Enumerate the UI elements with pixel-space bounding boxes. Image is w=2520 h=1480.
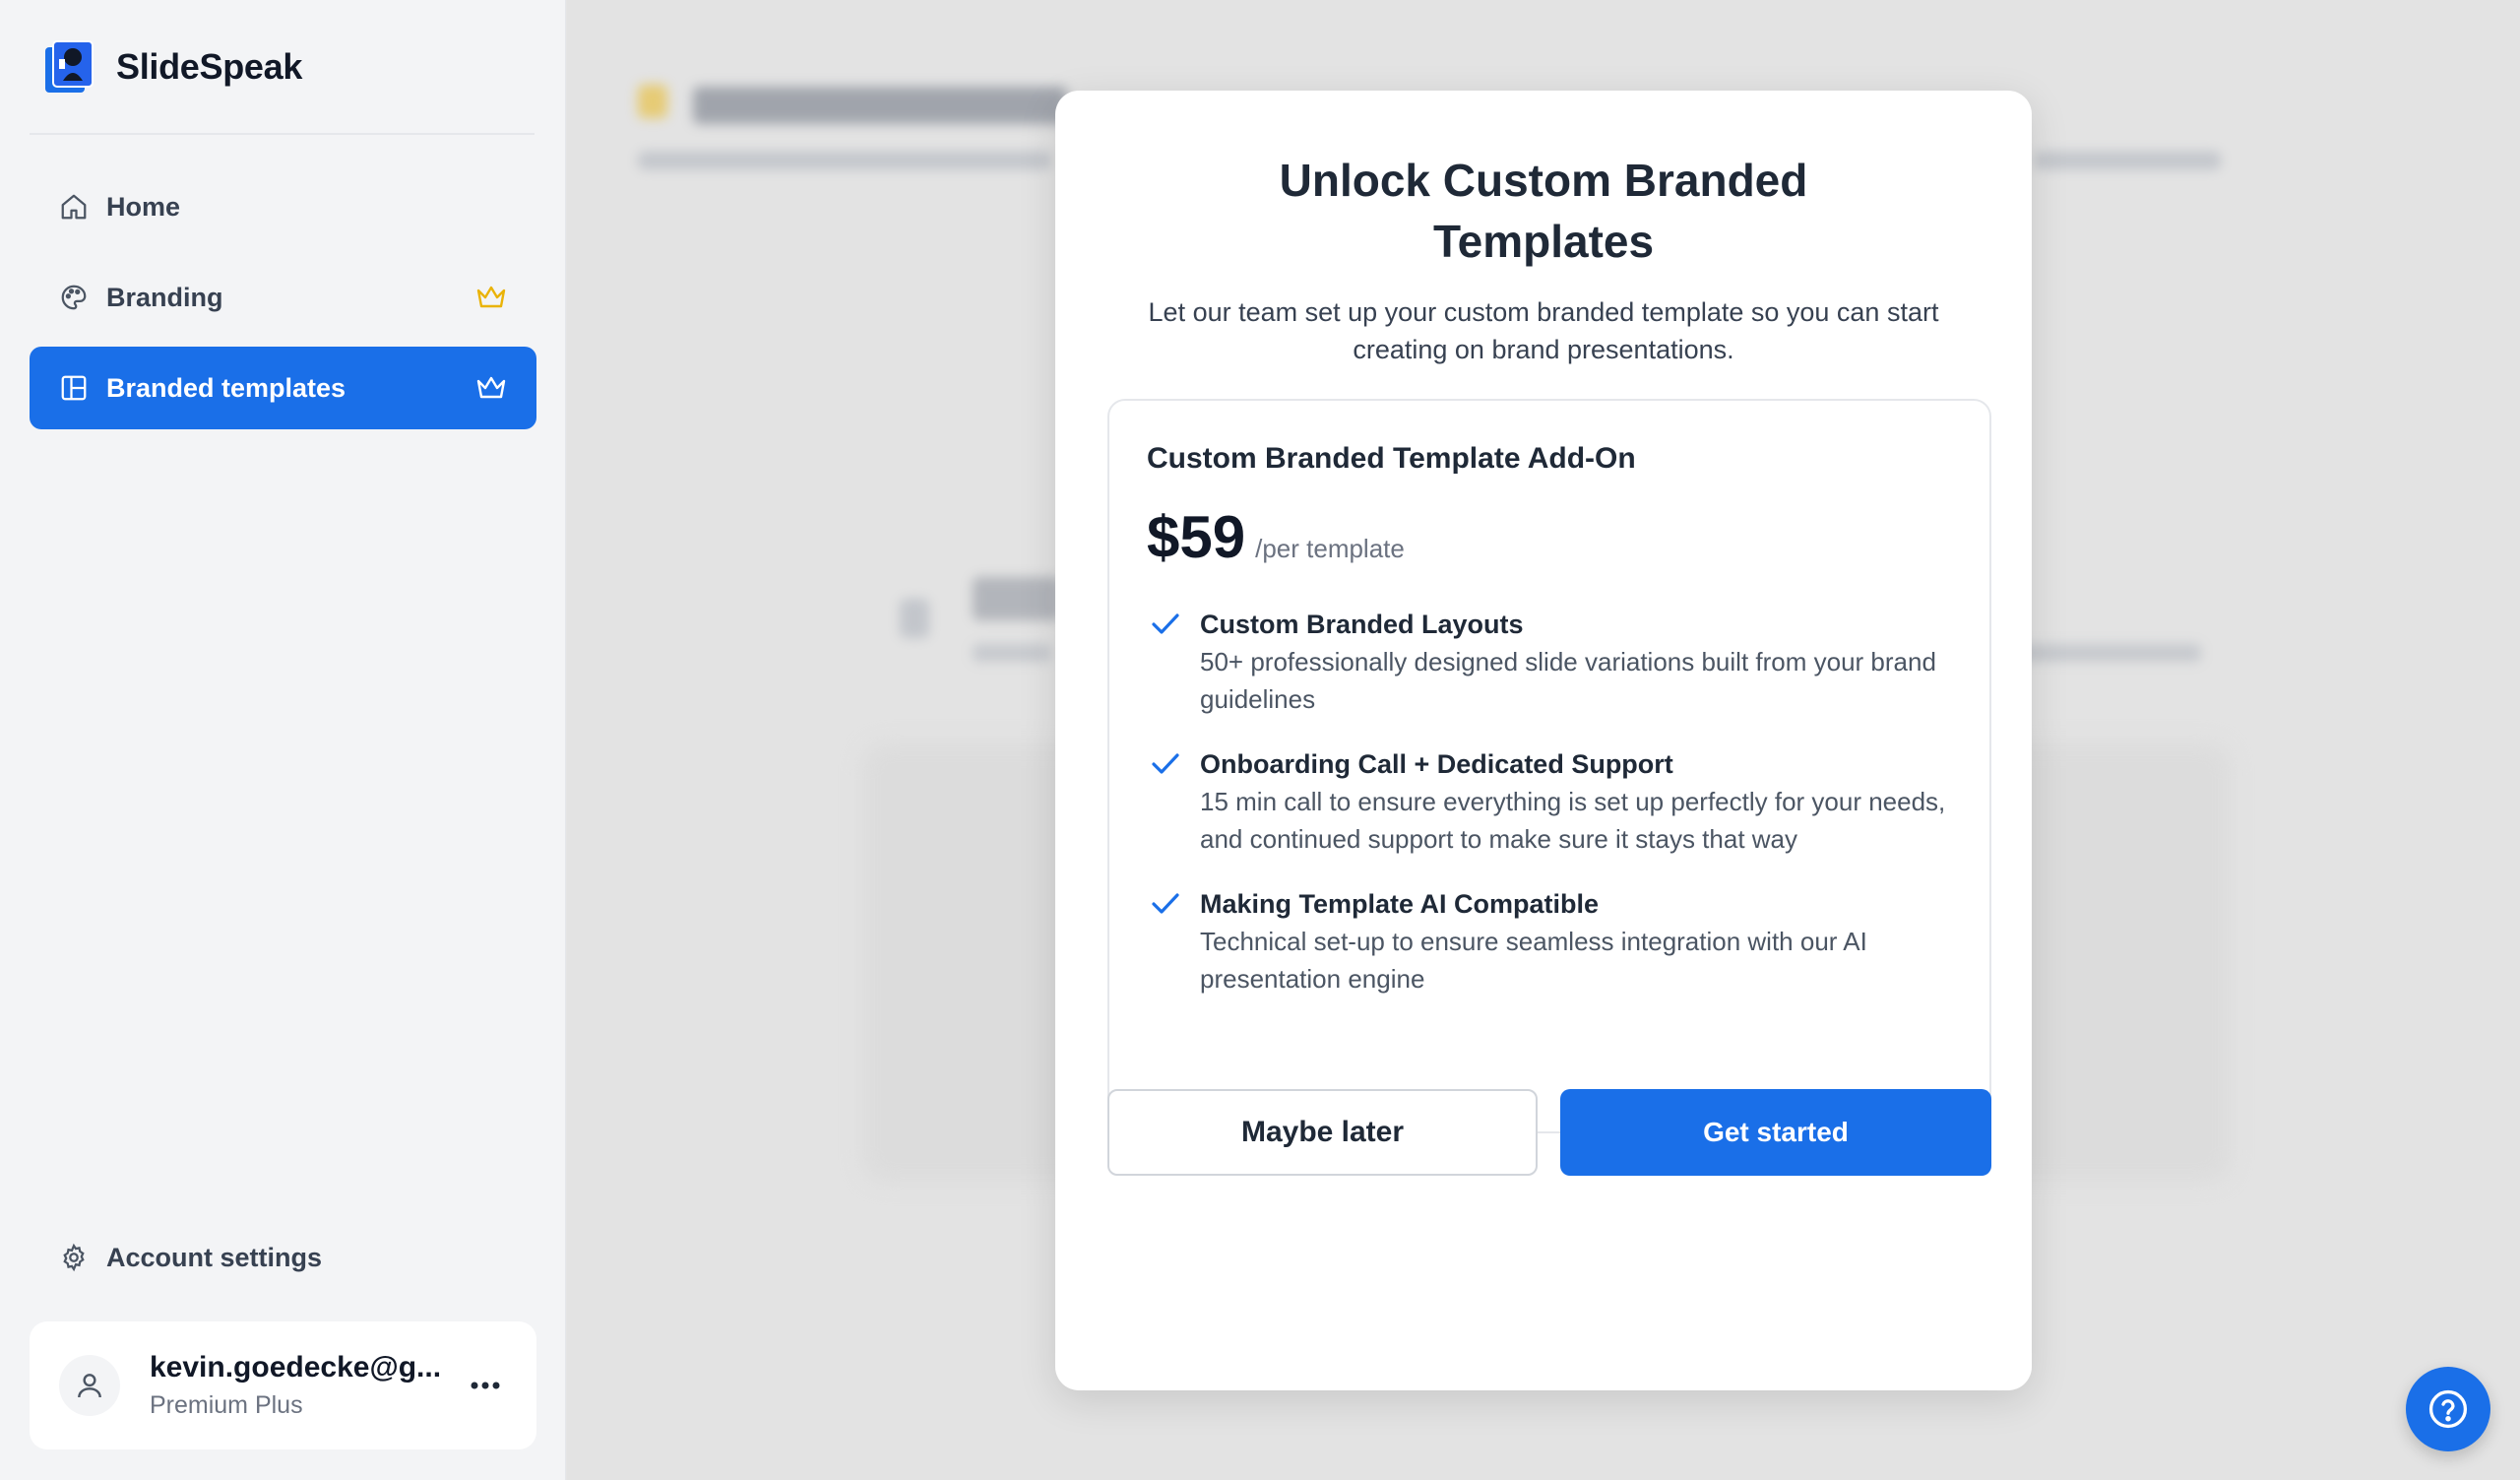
check-icon: [1152, 613, 1179, 634]
avatar: [59, 1355, 120, 1416]
blurred-section-sub: [973, 644, 1051, 662]
app-name: SlideSpeak: [116, 46, 303, 87]
feature-title: Making Template AI Compatible: [1200, 889, 1600, 919]
blurred-subtitle-right: [2034, 152, 2221, 169]
feature-description: 50+ professionally designed slide variat…: [1200, 647, 1936, 714]
maybe-later-button[interactable]: Maybe later: [1107, 1089, 1538, 1176]
blurred-title-icon: [638, 85, 667, 118]
user-email: kevin.goedecke@g...: [150, 1351, 442, 1383]
account-settings-link[interactable]: Account settings: [30, 1216, 536, 1299]
feature-title: Custom Branded Layouts: [1200, 610, 1524, 639]
blurred-section-title: [973, 577, 1061, 620]
sidebar-item-branding[interactable]: Branding: [30, 256, 536, 339]
sidebar-item-home[interactable]: Home: [30, 165, 536, 248]
price-row: $59 /per template: [1147, 503, 1405, 571]
feature-item: Onboarding Call + Dedicated Support 15 m…: [1147, 745, 1964, 858]
help-button[interactable]: [2406, 1367, 2490, 1451]
feature-item: Making Template AI Compatible Technical …: [1147, 885, 1964, 997]
modal-title-line2: Templates: [1432, 216, 1655, 267]
plan-price: $59: [1147, 504, 1246, 570]
plan-name: Custom Branded Template Add-On: [1147, 442, 1636, 475]
feature-description: Technical set-up to ensure seamless inte…: [1200, 927, 1867, 994]
blurred-section-icon: [900, 599, 929, 638]
blurred-subtitle: [638, 152, 1051, 169]
sidebar-item-label: Branded templates: [106, 372, 346, 403]
feature-list: Custom Branded Layouts 50+ professionall…: [1147, 606, 1964, 1025]
user-plan: Premium Plus: [150, 1391, 303, 1419]
sidebar-item-label: Branding: [106, 282, 223, 312]
layout-icon: [59, 373, 89, 403]
sidebar: SlideSpeak Home Branding Branded templat…: [0, 0, 566, 1480]
gear-icon: [59, 1243, 89, 1272]
user-info: kevin.goedecke@g... Premium Plus: [150, 1348, 464, 1423]
account-settings-label: Account settings: [106, 1242, 323, 1272]
user-icon: [78, 1374, 101, 1398]
modal-title: Unlock Custom Branded Templates: [1055, 150, 2032, 272]
feature-description: 15 min call to ensure everything is set …: [1200, 787, 1946, 854]
feature-title: Onboarding Call + Dedicated Support: [1200, 749, 1673, 779]
modal-subtitle: Let our team set up your custom branded …: [1148, 297, 1939, 364]
crown-icon: [476, 376, 506, 399]
slidespeak-logo-icon: [45, 40, 94, 93]
upgrade-modal: Unlock Custom Branded Templates Let our …: [1055, 91, 2032, 1390]
modal-title-line1: Unlock Custom Branded: [1279, 155, 1808, 206]
more-options-icon[interactable]: [464, 1364, 507, 1407]
sidebar-item-label: Home: [106, 191, 181, 222]
palette-icon: [59, 283, 89, 312]
plan-card: Custom Branded Template Add-On $59 /per …: [1107, 399, 1991, 1133]
sidebar-nav: Home Branding Branded templates: [30, 165, 536, 437]
get-started-button[interactable]: Get started: [1560, 1089, 1991, 1176]
sidebar-item-branded-templates[interactable]: Branded templates: [30, 347, 536, 429]
check-icon: [1152, 893, 1179, 914]
check-icon: [1152, 753, 1179, 774]
plan-price-unit: /per template: [1255, 534, 1405, 563]
help-icon: [2428, 1389, 2468, 1429]
user-card[interactable]: kevin.goedecke@g... Premium Plus: [30, 1321, 536, 1449]
blurred-title: [693, 87, 1067, 124]
crown-icon: [476, 286, 506, 308]
feature-item: Custom Branded Layouts 50+ professionall…: [1147, 606, 1964, 718]
divider: [30, 133, 535, 135]
home-icon: [59, 192, 89, 222]
brand[interactable]: SlideSpeak: [41, 37, 302, 97]
